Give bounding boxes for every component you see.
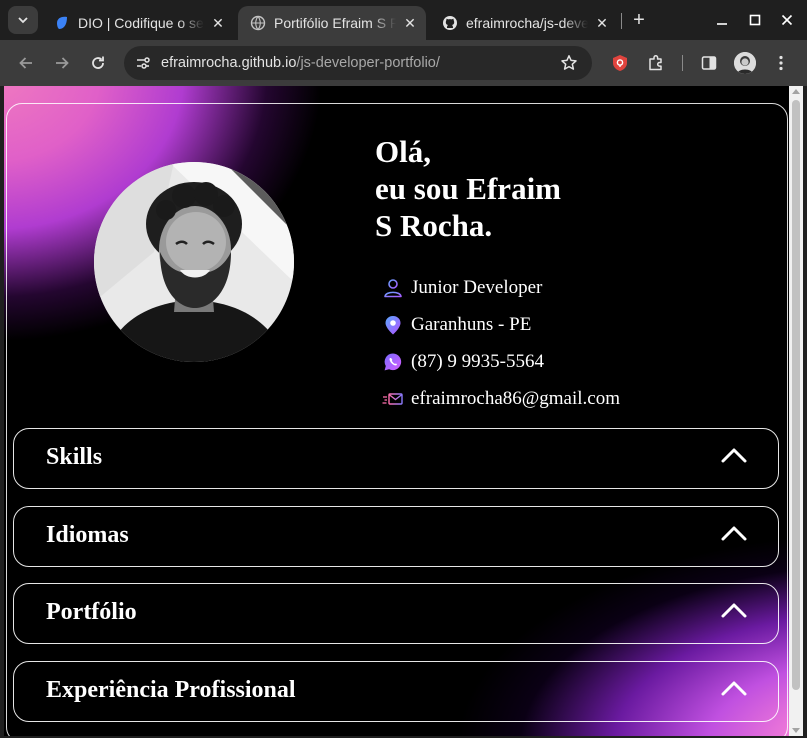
accordion-experiencia[interactable]: Experiência Profissional	[13, 661, 779, 722]
chevron-down-icon	[18, 17, 28, 24]
tab-title: Portifólio Efraim S Rocha	[274, 15, 396, 31]
tab-search-button[interactable]	[8, 6, 38, 34]
info-text: (87) 9 9935-5564	[411, 350, 544, 372]
chevron-up-icon[interactable]	[720, 446, 748, 466]
location-pin-icon	[382, 314, 404, 336]
site-settings-icon[interactable]	[134, 54, 152, 72]
close-icon[interactable]: ✕	[210, 15, 226, 31]
page-scrollbar[interactable]	[789, 86, 803, 736]
info-email[interactable]: efraimrocha86@gmail.com	[382, 380, 620, 417]
info-text: efraimrocha86@gmail.com	[411, 387, 620, 409]
arrow-left-icon	[19, 57, 32, 69]
profile-photo	[94, 162, 294, 362]
reload-icon	[92, 56, 104, 69]
greeting-line: Olá,	[375, 134, 431, 169]
info-job-title: Junior Developer	[382, 269, 620, 306]
maximize-button[interactable]	[743, 8, 767, 32]
close-window-button[interactable]	[775, 8, 799, 32]
scroll-thumb[interactable]	[792, 100, 800, 690]
tab-separator	[621, 13, 622, 29]
toolbar-separator	[682, 55, 683, 71]
profile-info-list: Junior Developer Garanhuns - PE (87) 9 9…	[382, 269, 620, 417]
tab-portfolio[interactable]: Portifólio Efraim S Rocha ✕	[238, 6, 426, 40]
side-panel-icon[interactable]	[698, 52, 720, 74]
accordion-title: Idiomas	[46, 522, 129, 548]
info-location: Garanhuns - PE	[382, 306, 620, 343]
maximize-icon	[749, 14, 761, 26]
dio-icon	[54, 15, 70, 31]
info-text: Garanhuns - PE	[411, 313, 532, 335]
chevron-up-icon[interactable]	[720, 601, 748, 621]
close-icon	[781, 14, 793, 26]
whatsapp-icon	[382, 351, 404, 373]
globe-icon	[250, 15, 266, 31]
accordion-idiomas[interactable]: Idiomas	[13, 506, 779, 567]
tab-title: DIO | Codifique o seu futuro global agor…	[78, 15, 204, 31]
accordion-title: Portfólio	[46, 599, 137, 625]
back-button[interactable]	[14, 51, 38, 75]
email-icon	[382, 388, 404, 410]
tab-title: efraimrocha/js-developer-portfolio	[466, 15, 588, 31]
info-text: Junior Developer	[411, 276, 543, 298]
profile-avatar[interactable]	[734, 52, 756, 74]
browser-toolbar: efraimrocha.github.io/js-developer-portf…	[0, 40, 807, 86]
accordion-skills[interactable]: Skills	[13, 428, 779, 489]
extension-shield-icon[interactable]	[609, 52, 631, 74]
forward-button[interactable]	[50, 51, 74, 75]
close-icon[interactable]: ✕	[402, 15, 418, 31]
tab-github[interactable]: efraimrocha/js-developer-portfolio ✕	[430, 6, 618, 40]
url-text[interactable]: efraimrocha.github.io/js-developer-portf…	[161, 55, 440, 71]
browser-menu-icon[interactable]	[770, 52, 792, 74]
accordion-title: Skills	[46, 444, 103, 470]
arrow-right-icon	[56, 57, 69, 69]
greeting-line: eu sou Efraim	[375, 171, 561, 206]
url-path: /js-developer-portfolio/	[296, 55, 440, 71]
scroll-down-arrow[interactable]	[792, 728, 800, 733]
bookmark-star-icon[interactable]	[560, 54, 578, 72]
chevron-up-icon[interactable]	[720, 679, 748, 699]
tab-dio[interactable]: DIO | Codifique o seu futuro global agor…	[42, 6, 234, 40]
minimize-button[interactable]	[710, 8, 734, 32]
greeting-line: S Rocha.	[375, 208, 493, 243]
tab-strip: DIO | Codifique o seu futuro global agor…	[0, 0, 807, 40]
extensions-puzzle-icon[interactable]	[645, 52, 667, 74]
url-host: efraimrocha.github.io	[161, 55, 297, 71]
accordion-title: Experiência Profissional	[46, 677, 296, 703]
info-phone: (87) 9 9935-5564	[382, 343, 620, 380]
greeting-heading: Olá, eu sou Efraim S Rocha.	[375, 133, 561, 244]
reload-button[interactable]	[86, 51, 110, 75]
github-icon	[442, 15, 458, 31]
new-tab-button[interactable]: +	[628, 9, 650, 31]
page-viewport: Olá, eu sou Efraim S Rocha. Junior Devel…	[4, 86, 803, 736]
person-icon	[382, 277, 404, 299]
minimize-icon	[717, 23, 727, 25]
address-bar[interactable]: efraimrocha.github.io/js-developer-portf…	[124, 46, 592, 80]
accordion-portfolio[interactable]: Portfólio	[13, 583, 779, 644]
scroll-up-arrow[interactable]	[792, 89, 800, 94]
chevron-up-icon[interactable]	[720, 524, 748, 544]
close-icon[interactable]: ✕	[594, 15, 610, 31]
